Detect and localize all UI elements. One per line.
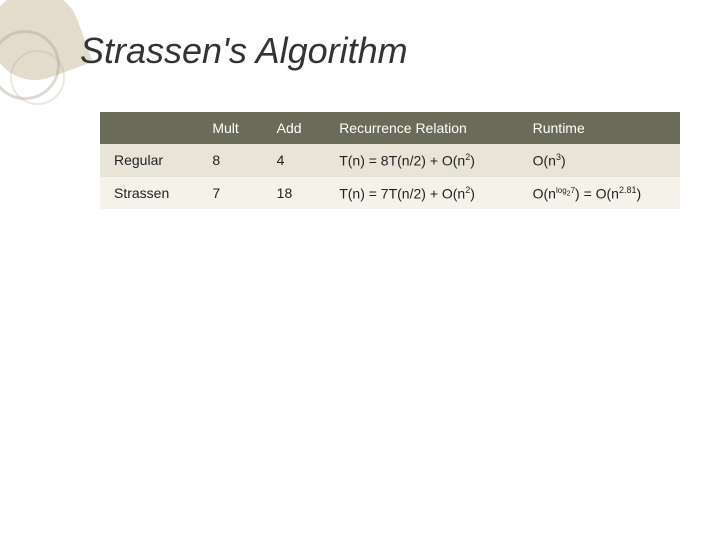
cell-strassen-recurrence: T(n) = 7T(n/2) + O(n2)	[325, 177, 518, 210]
col-header-recurrence: Recurrence Relation	[325, 112, 518, 144]
comparison-table: Mult Add Recurrence Relation Runtime Reg…	[100, 112, 680, 209]
main-content: Strassen's Algorithm Mult Add Recurrence…	[80, 30, 700, 520]
row-label-regular: Regular	[100, 144, 198, 177]
col-header-runtime: Runtime	[519, 112, 680, 144]
table-container: Mult Add Recurrence Relation Runtime Reg…	[100, 112, 700, 209]
cell-strassen-add: 18	[263, 177, 326, 210]
table-row: Strassen 7 18 T(n) = 7T(n/2) + O(n2) O(n…	[100, 177, 680, 210]
cell-regular-add: 4	[263, 144, 326, 177]
col-header-add: Add	[263, 112, 326, 144]
cell-strassen-runtime: O(nlog27) = O(n2.81)	[519, 177, 680, 210]
table-header-row: Mult Add Recurrence Relation Runtime	[100, 112, 680, 144]
cell-regular-runtime: O(n3)	[519, 144, 680, 177]
cell-strassen-mult: 7	[198, 177, 262, 210]
decorative-corner	[0, 0, 80, 120]
col-header-mult: Mult	[198, 112, 262, 144]
col-header-empty	[100, 112, 198, 144]
cell-regular-mult: 8	[198, 144, 262, 177]
page-title: Strassen's Algorithm	[80, 30, 700, 72]
row-label-strassen: Strassen	[100, 177, 198, 210]
table-row: Regular 8 4 T(n) = 8T(n/2) + O(n2) O(n3)	[100, 144, 680, 177]
cell-regular-recurrence: T(n) = 8T(n/2) + O(n2)	[325, 144, 518, 177]
